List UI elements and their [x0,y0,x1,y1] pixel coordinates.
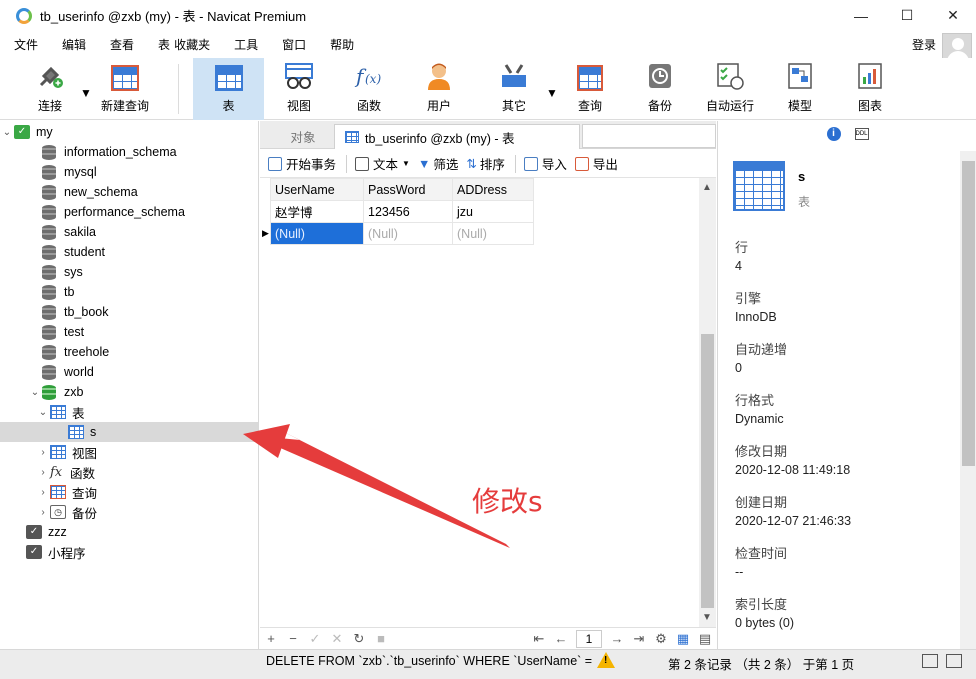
annotation-arrow-head [243,424,290,458]
navicat-window: tb_userinfo @zxb (my) - 表 - Navicat Prem… [0,0,976,679]
annotation-arrow [243,424,510,548]
annotation-text: 修改s [472,485,543,518]
